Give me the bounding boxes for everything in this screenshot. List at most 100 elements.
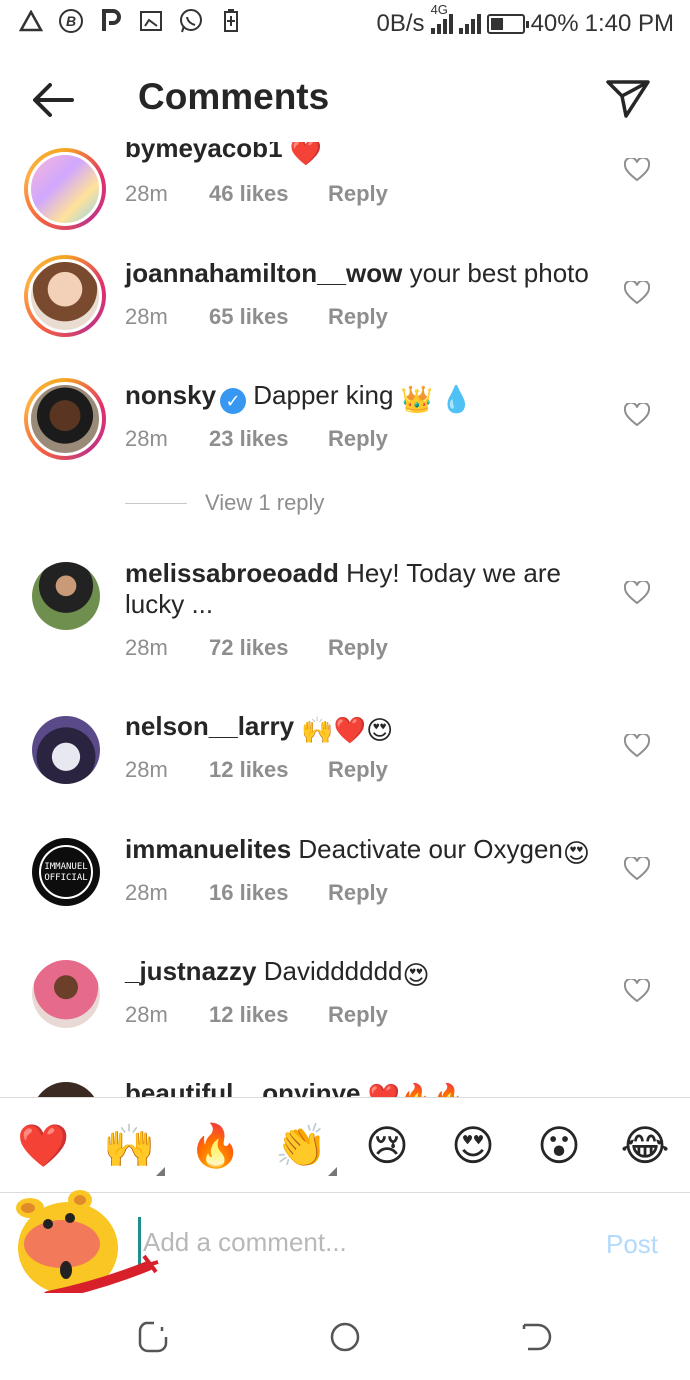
- battery-saver-icon: [218, 8, 244, 34]
- avatar-photo: [28, 382, 102, 456]
- avatar[interactable]: [32, 1082, 100, 1097]
- comment-input[interactable]: [138, 1217, 578, 1267]
- avatar[interactable]: [24, 378, 106, 460]
- back-nav-icon[interactable]: [516, 1317, 556, 1357]
- header: Comments: [0, 58, 690, 142]
- avatar-photo: [28, 259, 102, 333]
- clock: 1:40 PM: [584, 10, 674, 37]
- avatar[interactable]: [24, 255, 106, 337]
- system-status: 0B/s 4G 40% 1:40 PM: [376, 2, 674, 38]
- reply-button[interactable]: Reply: [328, 304, 388, 330]
- avatar[interactable]: [32, 562, 100, 630]
- like-heart-icon[interactable]: [624, 979, 650, 1003]
- reply-button[interactable]: Reply: [328, 880, 388, 906]
- share-button[interactable]: [604, 74, 652, 122]
- comment-time: 28m: [125, 880, 168, 905]
- comment-likes[interactable]: 23 likes: [209, 426, 328, 452]
- comment-text: beautiful__onyinye ❤️🔥🔥: [125, 1078, 605, 1097]
- comment-emoji: 😍: [366, 715, 394, 745]
- comment-meta: 28m 23 likes Reply: [125, 426, 388, 452]
- network-speed: 0B/s: [376, 10, 425, 37]
- comment-username[interactable]: nonsky: [125, 380, 216, 410]
- emoji-clap-button[interactable]: 👏: [275, 1120, 337, 1176]
- emoji-fire-button[interactable]: 🔥: [189, 1120, 241, 1172]
- reply-button[interactable]: Reply: [328, 181, 388, 207]
- comment-text: nelson__larry 🙌❤️😍: [125, 711, 605, 746]
- emoji-label: 👏: [275, 1122, 328, 1169]
- reply-button[interactable]: Reply: [328, 426, 388, 452]
- comments-list[interactable]: bymeyacob1 ❤️ 28m 46 likes Reply joannah…: [0, 142, 690, 1097]
- comment-emoji: 😍: [402, 960, 430, 990]
- comment-emoji: ❤️: [333, 715, 367, 745]
- comment-emoji: 👑: [400, 384, 434, 414]
- comment-username[interactable]: nelson__larry: [125, 711, 294, 741]
- comment-text: nonsky ✓ Dapper king 👑 💧: [125, 380, 605, 415]
- like-heart-icon[interactable]: [624, 581, 650, 605]
- comment-text: melissabroeoadd Hey! Today we are lucky …: [125, 558, 605, 620]
- reply-button[interactable]: Reply: [328, 1002, 388, 1028]
- post-button[interactable]: Post: [606, 1229, 658, 1260]
- emoji-sad-button[interactable]: 😢: [361, 1120, 413, 1172]
- like-heart-icon[interactable]: [624, 857, 650, 881]
- emoji-heart-button[interactable]: ❤️: [17, 1120, 69, 1172]
- avatar-photo: [32, 1082, 100, 1097]
- comment-meta: 28m 12 likes Reply: [125, 757, 388, 783]
- comment-likes[interactable]: 12 likes: [209, 757, 328, 783]
- comment-username[interactable]: _justnazzy: [125, 956, 257, 986]
- comment-emoji: 🙌: [301, 715, 334, 745]
- comment-likes[interactable]: 16 likes: [209, 880, 328, 906]
- screenshot-icon: [138, 8, 164, 34]
- comment-meta: 28m 65 likes Reply: [125, 304, 388, 330]
- avatar[interactable]: [32, 960, 100, 1028]
- home-icon[interactable]: [325, 1317, 365, 1357]
- notification-icons: B: [18, 8, 244, 34]
- comment-likes[interactable]: 65 likes: [209, 304, 328, 330]
- comment-username[interactable]: joannahamilton__wow: [125, 258, 402, 288]
- comment-emoji: ❤️: [289, 142, 323, 167]
- recent-apps-icon[interactable]: [134, 1317, 174, 1357]
- back-arrow-icon: [33, 83, 74, 117]
- comment-likes[interactable]: 12 likes: [209, 1002, 328, 1028]
- comment-emoji: 🔥: [400, 1082, 433, 1097]
- like-heart-icon[interactable]: [624, 403, 650, 427]
- like-heart-icon[interactable]: [624, 281, 650, 305]
- comment-time: 28m: [125, 181, 168, 206]
- battery-icon: [486, 14, 529, 34]
- comment-time: 28m: [125, 1002, 168, 1027]
- view-replies-label: View 1 reply: [205, 490, 325, 515]
- comment-username[interactable]: bymeyacob1: [125, 142, 283, 163]
- emoji-heart-eyes-button[interactable]: 😍: [447, 1120, 499, 1172]
- emoji-laughing-button[interactable]: 😂: [619, 1120, 671, 1172]
- network-type: 4G: [430, 2, 448, 17]
- comment-likes[interactable]: 72 likes: [209, 635, 328, 661]
- b-app-icon: B: [58, 8, 84, 34]
- emoji-raised-hands-button[interactable]: 🙌: [103, 1120, 165, 1176]
- back-button[interactable]: [28, 76, 80, 124]
- comment-username[interactable]: melissabroeoadd: [125, 558, 339, 588]
- comment-emoji: 💧: [440, 384, 473, 414]
- comment-text: joannahamilton__wow your best photo: [125, 258, 605, 289]
- avatar[interactable]: [24, 148, 106, 230]
- like-heart-icon[interactable]: [624, 158, 650, 182]
- comment-username[interactable]: immanuelites: [125, 834, 291, 864]
- comment-likes[interactable]: 46 likes: [209, 181, 328, 207]
- reply-button[interactable]: Reply: [328, 635, 388, 661]
- comment-body: Dapper king: [253, 380, 394, 410]
- like-heart-icon[interactable]: [624, 734, 650, 758]
- p-app-icon: [98, 8, 124, 34]
- avatar[interactable]: IMMANUEL OFFICIAL: [32, 838, 100, 906]
- avatar[interactable]: [32, 716, 100, 784]
- view-replies-button[interactable]: View 1 reply: [125, 490, 324, 516]
- battery-level: [490, 18, 503, 30]
- page-title: Comments: [138, 76, 330, 117]
- signal-4g: 4G: [430, 2, 453, 34]
- reply-button[interactable]: Reply: [328, 757, 388, 783]
- divider-line: [125, 502, 187, 504]
- emoji-surprised-button[interactable]: 😮: [533, 1120, 585, 1172]
- emoji-quick-bar: ❤️ 🙌 🔥 👏 😢 😍 😮 😂: [0, 1097, 690, 1193]
- skin-tone-indicator-icon: [156, 1167, 165, 1176]
- paper-plane-icon: [606, 80, 650, 118]
- comment-username[interactable]: beautiful__onyinye: [125, 1078, 361, 1097]
- avatar-photo: [32, 960, 100, 1028]
- comment-text: immanuelites Deactivate our Oxygen😍: [125, 834, 615, 869]
